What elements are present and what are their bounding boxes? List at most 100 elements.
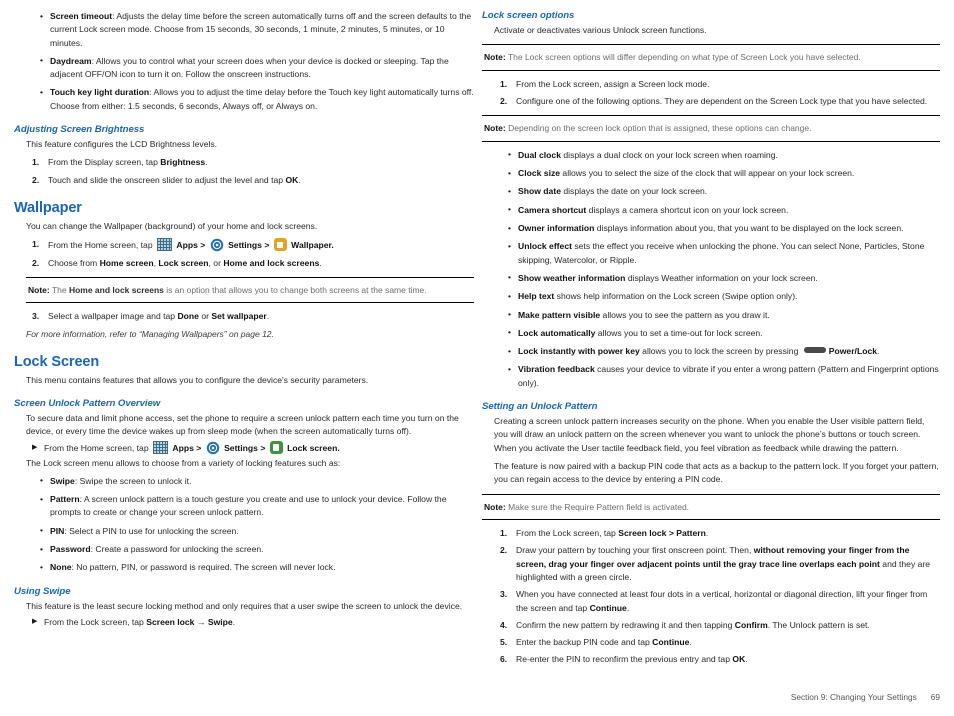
step-bold: OK [285,174,299,185]
list-item: Enter the backup PIN code and tap Contin… [482,636,940,650]
step-post: . [626,602,630,613]
step-bold: Lock screen [158,257,209,268]
list-item: Choose from Home screen, Lock screen, or… [14,257,474,271]
list-item: Lock automatically allows you to set a t… [482,326,940,340]
step-text: Select a wallpaper image and tap [48,311,178,322]
brightness-intro: This feature configures the LCD Brightne… [26,139,218,150]
list-item: Screen timeout: Adjusts the delay time b… [14,10,474,50]
bullet-text: displays a camera shortcut icon on your … [586,204,789,215]
bullet-term: Make pattern visible [518,309,601,320]
list-item: Show date displays the date on your lock… [482,185,940,199]
step-text: From the Lock screen, tap [44,616,147,627]
footer-section-label: Section 9: Changing Your Settings [790,692,917,702]
step-bold: Home screen [99,257,154,268]
step-post: . [319,257,322,268]
brightness-steps: From the Display screen, tap Brightness.… [14,156,474,187]
lock-screen-options-steps: From the Lock screen, assign a Screen lo… [482,78,940,109]
heading-wallpaper: Wallpaper [14,199,82,216]
step-text: Choose from [48,257,100,268]
heading-lock-screen-options: Lock screen options [482,10,575,21]
step-bold: Swipe [207,616,233,627]
step-bold: Screen lock [146,616,195,627]
bullet-term: Camera shortcut [518,204,587,215]
step-bold: Done [177,311,199,322]
list-item: PIN: Select a PIN to use for unlocking t… [14,524,474,538]
list-item: From the Lock screen, tap Screen lock → … [14,615,474,629]
bullet-term: Screen timeout [50,11,113,21]
list-item: Touch key light duration: Allows you to … [14,86,474,113]
step-text: or [198,311,212,322]
heading-setting-an-unlock-pattern: Setting an Unlock Pattern [482,401,598,413]
display-options-list: Screen timeout: Adjusts the delay time b… [14,10,474,113]
lock-screen-options-list: Dual clock displays a dual clock on your… [482,148,940,390]
wallpaper-steps-cont: Select a wallpaper image and tap Done or… [14,310,474,324]
note-text: Depending on the screen lock option that… [505,123,812,134]
note-home-and-lock-screens: Note: The Home and lock screens is an op… [26,276,474,304]
bullet-text: : Select a PIN to use for unlocking the … [64,525,239,536]
step-bold: Brightness [160,157,206,168]
step-text: Enter the backup PIN code and tap [516,637,653,648]
step-bold: Continue [589,602,627,613]
bullet-term: None [50,562,72,573]
lock-screen-icon [269,440,283,454]
bullet-text: displays the date on your lock screen. [560,186,708,197]
footer-page-number: 69 [930,692,940,702]
step-post: . [266,311,270,322]
step-text: Touch and slide the onscreen slider to a… [48,174,286,185]
lock-screen-intro: This menu contains features that allows … [26,374,369,385]
step-bold: Home and lock screens [223,257,320,268]
settings-label: Settings > [224,442,266,453]
step-bold: Continue [652,637,690,648]
list-item: Password: Create a password for unlockin… [14,543,474,557]
locking-features-list: Swipe: Swipe the screen to unlock it. Pa… [14,474,474,575]
bullet-text: displays information about you, that you… [594,223,904,234]
list-item: From the Lock screen, tap Screen lock > … [482,527,940,541]
apps-grid-icon [153,440,168,454]
right-column: Lock screen options Activate or deactiva… [482,10,940,671]
note-label: Note: [484,52,506,63]
step-text: From the Home screen, tap [48,240,153,251]
bullet-term: Touch key light duration [50,87,150,98]
list-item: Unlock effect sets the effect you receiv… [482,240,940,267]
step-text: From the Home screen, tap [44,442,149,453]
power-key-icon [803,347,826,354]
bullet-text: allows you to select the size of the clo… [560,168,855,179]
bullet-term: Lock automatically [518,327,596,338]
wallpaper-intro: You can change the Wallpaper (background… [26,220,318,231]
list-item: Confirm the new pattern by redrawing it … [482,619,940,633]
heading-using-swipe: Using Swipe [14,585,71,597]
using-swipe-path: From the Lock screen, tap Screen lock → … [14,615,474,629]
step-post: . [745,654,748,665]
bullet-text: allows you to set a time-out for lock sc… [595,327,763,338]
page-footer: Section 9: Changing Your Settings 69 [0,692,940,702]
bullet-term: Daydream [50,55,92,66]
list-item: None: No pattern, PIN, or password is re… [14,561,474,575]
step-post: . [705,528,709,539]
bullet-term: Dual clock [518,149,561,160]
bullet-text: shows help information on the Lock scree… [554,291,798,302]
step-text: When you have connected at least four do… [516,589,928,613]
list-item: From the Lock screen, assign a Screen lo… [482,78,940,92]
list-item: Lock instantly with power key allows you… [482,345,940,359]
step-post: . [298,174,301,185]
apps-grid-icon [157,238,172,252]
step-text: From the Lock screen, tap [516,528,619,539]
unlock-pattern-para-2: The feature is now paired with a backup … [494,460,939,485]
bullet-text: : Adjusts the delay time before the scre… [50,11,472,48]
wallpaper-crossref: For more information, refer to “Managing… [26,328,274,339]
list-item: Clock size allows you to select the size… [482,167,940,181]
bullet-text: : Swipe the screen to unlock it. [74,475,192,486]
list-item: From the Display screen, tap Brightness. [14,156,474,170]
list-item: Owner information displays information a… [482,222,940,236]
step-bold: Set wallpaper [211,311,267,322]
note-label: Note: [484,501,506,512]
list-item: Daydream: Allows you to control what you… [14,54,474,82]
note-text: Make sure the Require Pattern field is a… [505,501,690,512]
note-text: is an option that allows you to change b… [163,284,427,295]
list-item: Pattern: A screen unlock pattern is a to… [14,493,474,520]
list-item: Vibration feedback causes your device to… [482,363,940,390]
list-item: From the Home screen, tap Apps > Setting… [14,440,474,455]
bullet-term: Show date [518,186,561,197]
step-post: . [689,637,692,648]
note-label: Note: [28,284,50,295]
